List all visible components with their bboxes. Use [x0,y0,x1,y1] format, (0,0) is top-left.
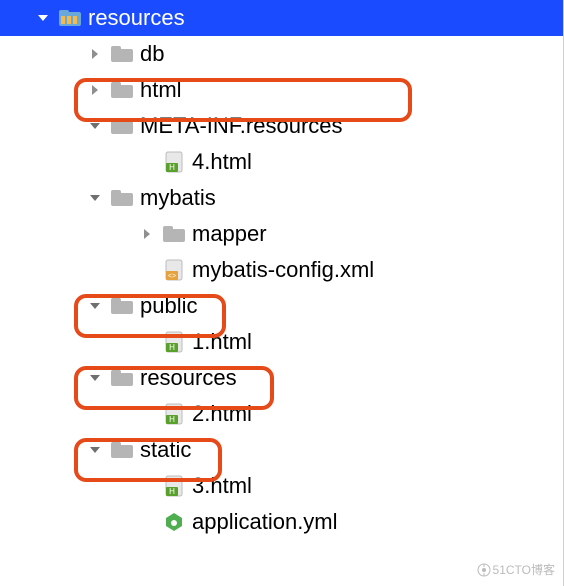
expand-arrow-icon[interactable] [86,81,104,99]
folder-icon [110,43,134,65]
html-file-icon: H [162,331,186,353]
tree-row[interactable]: mybatis [0,180,563,216]
tree-node-label: mapper [192,221,267,247]
project-tree[interactable]: resources db html META-INF.resources H 4.html… [0,0,563,540]
expand-arrow-icon[interactable] [86,369,104,387]
expand-arrow-icon[interactable] [138,225,156,243]
tree-row[interactable]: H 1.html [0,324,563,360]
html-file-icon: H [162,151,186,173]
tree-row[interactable]: mapper [0,216,563,252]
tree-row[interactable]: application.yml [0,504,563,540]
yaml-file-icon [162,511,186,533]
folder-icon [110,439,134,461]
tree-node-label: mybatis-config.xml [192,257,374,283]
folder-icon [110,367,134,389]
expand-arrow-icon[interactable] [86,117,104,135]
expand-arrow-icon[interactable] [86,189,104,207]
tree-node-label: 1.html [192,329,252,355]
tree-node-label: resources [88,5,185,31]
tree-node-label: html [140,77,182,103]
svg-text:<>: <> [168,273,176,280]
tree-node-label: public [140,293,197,319]
folder-icon [110,187,134,209]
tree-node-label: mybatis [140,185,216,211]
tree-row[interactable]: public [0,288,563,324]
folder-icon [110,115,134,137]
html-file-icon: H [162,475,186,497]
tree-row[interactable]: html [0,72,563,108]
svg-text:H: H [169,415,175,424]
watermark: 51CTO博客 [477,561,555,578]
svg-text:H: H [169,487,175,496]
tree-node-label: static [140,437,191,463]
tree-row[interactable]: H 2.html [0,396,563,432]
tree-node-label: db [140,41,164,67]
expand-arrow-icon[interactable] [86,297,104,315]
tree-node-label: META-INF.resources [140,113,343,139]
tree-row[interactable]: <> mybatis-config.xml [0,252,563,288]
tree-node-label: resources [140,365,237,391]
svg-text:H: H [169,163,175,172]
tree-row[interactable]: H 4.html [0,144,563,180]
tree-row[interactable]: resources [0,360,563,396]
tree-row[interactable]: db [0,36,563,72]
tree-node-label: application.yml [192,509,338,535]
folder-icon [110,79,134,101]
tree-node-label: 2.html [192,401,252,427]
watermark-text: 51CTO博客 [493,561,555,578]
folder-icon [110,295,134,317]
tree-row[interactable]: META-INF.resources [0,108,563,144]
expand-arrow-icon[interactable] [86,45,104,63]
tree-row[interactable]: H 3.html [0,468,563,504]
tree-row[interactable]: resources [0,0,563,36]
xml-file-icon: <> [162,259,186,281]
expand-arrow-icon[interactable] [34,9,52,27]
html-file-icon: H [162,403,186,425]
tree-row[interactable]: static [0,432,563,468]
tree-node-label: 3.html [192,473,252,499]
svg-text:H: H [169,343,175,352]
folder-icon [162,223,186,245]
resources-root-icon [58,7,82,29]
expand-arrow-icon[interactable] [86,441,104,459]
tree-node-label: 4.html [192,149,252,175]
